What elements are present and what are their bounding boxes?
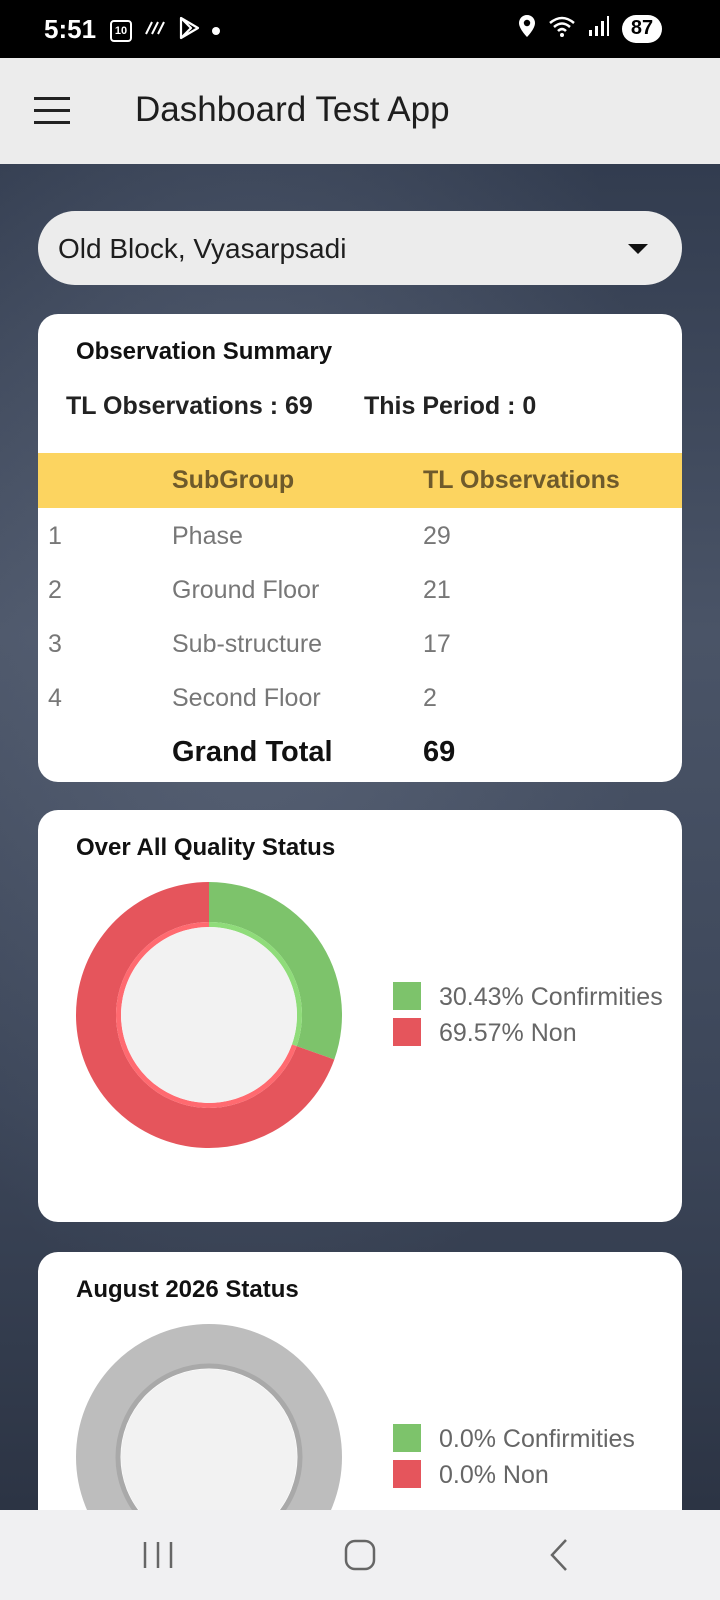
- play-store-icon: [178, 16, 200, 46]
- august-status-title: August 2026 Status: [76, 1276, 299, 1303]
- status-time: 5:51: [44, 14, 97, 44]
- table-row[interactable]: 4 Second Floor 2: [38, 670, 682, 724]
- column-header-subgroup: SubGroup: [172, 466, 295, 494]
- status-bar: 5:51 10 87: [0, 0, 720, 58]
- signal-icon: [588, 15, 610, 42]
- row-subgroup: Ground Floor: [172, 576, 320, 604]
- legend-swatch-non: [393, 1018, 421, 1046]
- row-index: 1: [48, 522, 62, 550]
- grand-total-row: Grand Total 69: [38, 724, 682, 780]
- system-navigation-bar: [0, 1510, 720, 1600]
- row-index: 4: [48, 684, 62, 712]
- dropdown-arrow-icon: [628, 244, 648, 254]
- row-count: 17: [423, 630, 451, 658]
- row-subgroup: Second Floor: [172, 684, 321, 712]
- system-icons: 87: [518, 14, 662, 43]
- column-header-tl-observations: TL Observations: [423, 466, 620, 494]
- row-index: 2: [48, 576, 62, 604]
- home-icon[interactable]: [330, 1530, 390, 1580]
- legend-swatch-confirmities: [393, 1424, 421, 1452]
- recents-icon[interactable]: [128, 1530, 188, 1580]
- table-header: SubGroup TL Observations: [38, 453, 682, 508]
- more-notifications-dot-icon: [212, 27, 220, 35]
- table-row[interactable]: 2 Ground Floor 21: [38, 562, 682, 616]
- observation-summary-title: Observation Summary: [76, 338, 333, 365]
- grand-total-label: Grand Total: [172, 736, 333, 768]
- battery-icon: 87: [622, 14, 662, 43]
- observation-summary-card: Observation Summary TL Observations : 69…: [38, 314, 682, 782]
- notification-icons: 10: [110, 16, 220, 46]
- back-icon[interactable]: [530, 1530, 590, 1580]
- menu-icon[interactable]: [34, 97, 72, 125]
- location-dropdown-value: Old Block, Vyasarpsadi: [58, 233, 347, 264]
- legend-label-non: 0.0% Non: [439, 1461, 549, 1489]
- overall-quality-donut-chart[interactable]: [74, 880, 344, 1150]
- location-dropdown[interactable]: Old Block, Vyasarpsadi: [38, 211, 682, 285]
- overall-quality-center-hole: [121, 927, 297, 1103]
- row-count: 2: [423, 684, 437, 712]
- row-index: 3: [48, 630, 62, 658]
- screen: 5:51 10 87 Dashboard Test App Old Block,…: [0, 0, 720, 1600]
- row-subgroup: Sub-structure: [172, 630, 323, 658]
- overall-quality-card: Over All Quality Status 30.43% Confirmit…: [38, 810, 682, 1222]
- table-row[interactable]: 1 Phase 29: [38, 508, 682, 562]
- wifi-icon: [548, 14, 576, 43]
- legend-swatch-non: [393, 1460, 421, 1488]
- legend-swatch-confirmities: [393, 982, 421, 1010]
- this-period-stat: This Period : 0: [364, 392, 537, 420]
- stripes-icon: [144, 18, 166, 44]
- calendar-icon: 10: [110, 20, 132, 42]
- august-status-card: August 2026 Status 0.0% Confirmities 0.0…: [38, 1252, 682, 1552]
- legend-label-confirmities: 30.43% Confirmities: [439, 983, 663, 1011]
- row-count: 21: [423, 576, 451, 604]
- tl-observations-stat: TL Observations : 69: [66, 392, 313, 420]
- row-subgroup: Phase: [172, 522, 243, 550]
- legend-label-confirmities: 0.0% Confirmities: [439, 1425, 635, 1453]
- grand-total-value: 69: [423, 736, 456, 768]
- app-bar: Dashboard Test App: [0, 58, 720, 164]
- overall-quality-title: Over All Quality Status: [76, 834, 336, 861]
- legend-label-non: 69.57% Non: [439, 1019, 577, 1047]
- summary-stats: TL Observations : 69 This Period : 0: [66, 392, 536, 421]
- location-icon: [518, 14, 536, 43]
- table-row[interactable]: 3 Sub-structure 17: [38, 616, 682, 670]
- app-title: Dashboard Test App: [135, 90, 450, 129]
- row-count: 29: [423, 522, 451, 550]
